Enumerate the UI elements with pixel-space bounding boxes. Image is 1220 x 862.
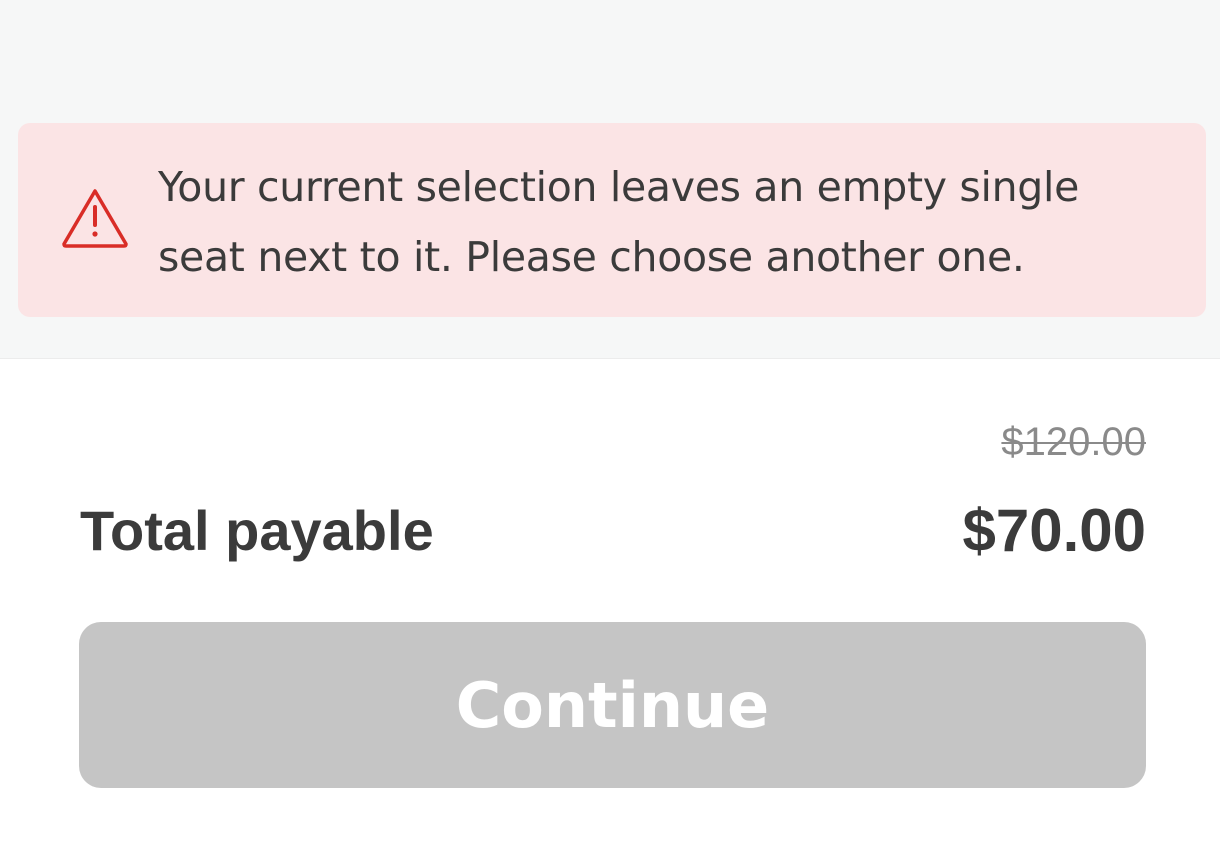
continue-button[interactable]: Continue (79, 622, 1146, 788)
seat-warning-message: Your current selection leaves an empty s… (158, 163, 1080, 281)
original-price: $120.00 (1001, 420, 1146, 464)
total-payable-label: Total payable (80, 499, 434, 562)
total-payable-amount: $70.00 (962, 497, 1146, 564)
warning-triangle-icon (62, 189, 128, 248)
